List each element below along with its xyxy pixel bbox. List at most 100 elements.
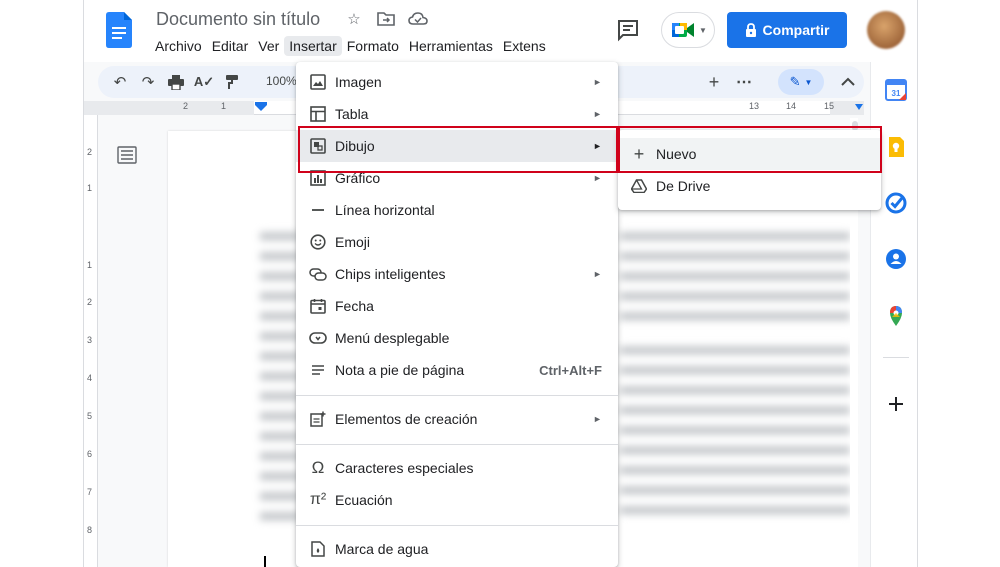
blurred-document-text: [620, 228, 850, 324]
footnote-shortcut: Ctrl+Alt+F: [539, 362, 602, 378]
get-addons-plus-icon[interactable]: [885, 393, 907, 415]
menu-divider: [296, 525, 618, 526]
table-icon: [308, 104, 328, 124]
ruler-tick: 4: [87, 373, 93, 383]
ruler-tick: 3: [87, 335, 93, 345]
contacts-app-icon[interactable]: [885, 248, 907, 270]
menu-item-imagen[interactable]: Imagen ►: [296, 66, 618, 98]
ruler-tick: 2: [183, 101, 189, 111]
submenu-arrow-icon: ►: [593, 77, 602, 87]
ruler-tick: 14: [786, 101, 797, 111]
indent-marker-icon[interactable]: [255, 102, 267, 112]
meet-button[interactable]: ▼: [661, 12, 715, 48]
calendar-app-icon[interactable]: 31: [885, 79, 907, 101]
ruler-tick: 2: [87, 297, 93, 307]
tasks-app-icon[interactable]: [885, 192, 907, 214]
maps-app-icon[interactable]: [885, 305, 907, 327]
menu-ver[interactable]: Ver: [253, 36, 284, 56]
building-blocks-icon: [308, 409, 328, 429]
svg-text:31: 31: [892, 89, 901, 98]
outer-margin-right: [918, 0, 1000, 567]
highlight-box-dibujo: [298, 126, 618, 173]
right-indent-marker-icon[interactable]: [855, 104, 863, 111]
collapse-menus-icon[interactable]: [838, 72, 858, 92]
submenu-arrow-icon: ►: [593, 173, 602, 183]
undo-icon[interactable]: ↶: [110, 72, 130, 92]
star-icon[interactable]: ☆: [344, 9, 364, 29]
blurred-document-text: [260, 228, 300, 532]
share-label: Compartir: [762, 22, 830, 38]
ruler-tick: 13: [749, 101, 760, 111]
zoom-select[interactable]: 100%: [266, 74, 297, 88]
menu-item-elementos-creacion[interactable]: Elementos de creación ►: [296, 403, 618, 435]
menu-item-emoji[interactable]: Emoji: [296, 226, 618, 258]
smart-chips-icon: [308, 264, 328, 284]
document-outline-icon[interactable]: [117, 146, 137, 164]
editing-dropdown-icon: ▼: [804, 77, 813, 87]
menu-item-marca-agua[interactable]: Marca de agua: [296, 533, 618, 565]
horizontal-line-icon: [308, 200, 328, 220]
menu-archivo[interactable]: Archivo: [150, 36, 207, 56]
calendar-icon: [308, 296, 328, 316]
comment-history-icon[interactable]: [616, 18, 640, 42]
docs-logo-icon[interactable]: [106, 12, 132, 48]
drive-icon: [630, 177, 648, 195]
blurred-document-text: [620, 342, 850, 522]
menu-divider: [296, 395, 618, 396]
print-icon[interactable]: [166, 72, 186, 92]
move-folder-icon[interactable]: [376, 9, 396, 29]
document-title[interactable]: Documento sin título: [156, 9, 320, 30]
editing-mode-button[interactable]: ✎ ▼: [778, 69, 824, 95]
ruler-tick: 8: [87, 525, 93, 535]
menubar: Archivo Editar Ver Insertar Formato Herr…: [150, 36, 551, 56]
more-options-icon[interactable]: ⋯: [734, 72, 754, 92]
header: Documento sin título ☆ Archivo Editar Ve…: [84, 0, 917, 62]
redo-icon[interactable]: ↷: [138, 72, 158, 92]
lock-icon: [745, 23, 756, 37]
screenshot-frame: Documento sin título ☆ Archivo Editar Ve…: [0, 0, 1000, 567]
meet-dropdown-icon: ▼: [699, 25, 707, 35]
spellcheck-icon[interactable]: A✓: [194, 72, 214, 92]
submenu-item-de-drive[interactable]: De Drive: [618, 170, 881, 202]
share-button[interactable]: Compartir: [727, 12, 847, 48]
menu-item-fecha[interactable]: Fecha: [296, 290, 618, 322]
menu-extensiones[interactable]: Extens: [498, 36, 551, 56]
dropdown-icon: [308, 328, 328, 348]
menu-divider: [296, 444, 618, 445]
watermark-icon: [308, 539, 328, 559]
menu-item-nota-pie[interactable]: Nota a pie de página Ctrl+Alt+F: [296, 354, 618, 386]
outer-margin-left: [0, 0, 83, 567]
ruler-tick: 5: [87, 411, 93, 421]
text-cursor: [264, 556, 266, 567]
cloud-status-icon[interactable]: [408, 9, 428, 29]
pencil-icon: ✎: [789, 74, 801, 89]
avatar[interactable]: [867, 11, 905, 49]
menu-item-chips-inteligentes[interactable]: Chips inteligentes ►: [296, 258, 618, 290]
highlight-box-nuevo: [618, 126, 882, 173]
ruler-tick: 1: [221, 101, 227, 111]
menu-herramientas[interactable]: Herramientas: [404, 36, 498, 56]
image-icon: [308, 72, 328, 92]
ruler-tick: 15: [824, 101, 835, 111]
menu-item-menu-desplegable[interactable]: Menú desplegable: [296, 322, 618, 354]
meet-icon: [672, 23, 694, 37]
menu-item-ecuacion[interactable]: π² Ecuación: [296, 484, 618, 516]
submenu-arrow-icon: ►: [593, 414, 602, 424]
submenu-arrow-icon: ►: [593, 109, 602, 119]
menu-formato[interactable]: Formato: [342, 36, 404, 56]
ruler-tick: 1: [87, 260, 93, 270]
menu-item-linea-horizontal[interactable]: Línea horizontal: [296, 194, 618, 226]
keep-app-icon[interactable]: [885, 136, 907, 158]
menu-insertar[interactable]: Insertar: [284, 36, 342, 56]
ruler-tick: 2: [87, 147, 93, 157]
vertical-ruler: 2 1 1 2 3 4 5 6 7 8: [84, 115, 98, 567]
increase-font-icon[interactable]: +: [704, 72, 724, 92]
omega-icon: Ω: [311, 458, 325, 477]
ruler-tick: 1: [87, 183, 93, 193]
menu-item-caracteres-especiales[interactable]: Ω Caracteres especiales: [296, 452, 618, 484]
paint-format-icon[interactable]: [222, 72, 242, 92]
pi-icon: π²: [309, 491, 327, 508]
side-panel-divider: [883, 357, 909, 358]
menu-editar[interactable]: Editar: [207, 36, 254, 56]
footnote-icon: [308, 360, 328, 380]
